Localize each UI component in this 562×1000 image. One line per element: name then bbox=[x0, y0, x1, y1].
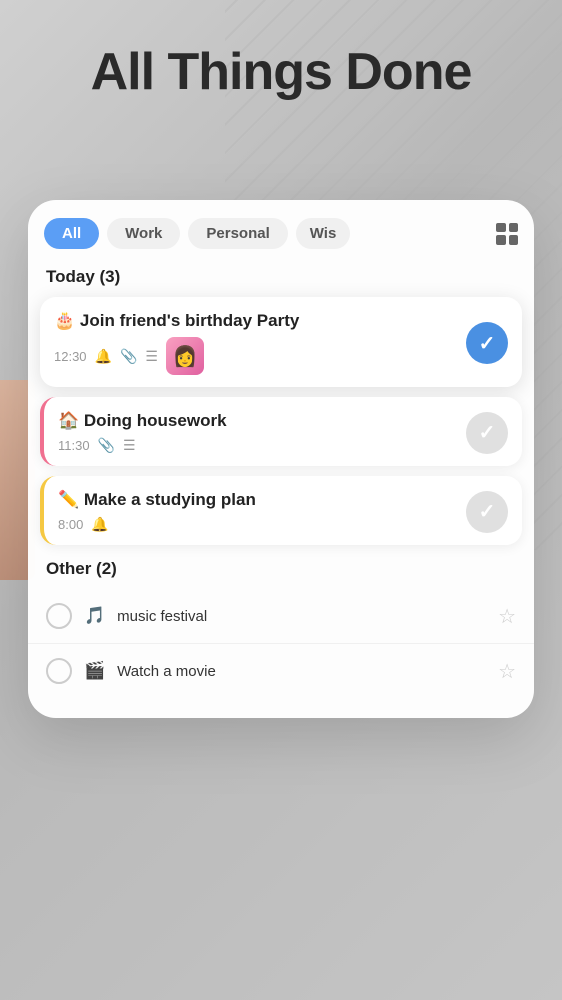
grid-dot bbox=[509, 223, 519, 233]
task-title: 🎂 Join friend's birthday Party bbox=[54, 311, 456, 331]
task-item: ✏️ Make a studying plan 8:00 🔔 ✓ bbox=[40, 476, 522, 545]
star-button[interactable]: ☆ bbox=[498, 604, 516, 629]
task-thumbnail: 👩 bbox=[166, 337, 204, 375]
grid-dot bbox=[496, 223, 506, 233]
star-button[interactable]: ☆ bbox=[498, 659, 516, 684]
task-meta: 8:00 🔔 bbox=[58, 516, 456, 533]
task-content: 🏠 Doing housework 11:30 📎 ☰ bbox=[58, 411, 456, 454]
check-icon: ✓ bbox=[479, 331, 496, 356]
filter-row: All Work Personal Wis bbox=[28, 200, 534, 263]
today-section-header: Today (3) bbox=[28, 263, 534, 297]
circle-checkbox[interactable] bbox=[46, 603, 72, 629]
task-time: 12:30 bbox=[54, 349, 87, 364]
task-item: 🎂 Join friend's birthday Party 12:30 🔔 📎… bbox=[40, 297, 522, 387]
task-content: 🎂 Join friend's birthday Party 12:30 🔔 📎… bbox=[54, 311, 456, 375]
bell-icon: 🔔 bbox=[95, 348, 112, 365]
task-emoji: 🎂 bbox=[54, 311, 75, 330]
task-title: ✏️ Make a studying plan bbox=[58, 490, 456, 510]
list-icon: ☰ bbox=[145, 348, 158, 365]
grid-dot bbox=[496, 235, 506, 245]
bell-icon: 🔔 bbox=[91, 516, 108, 533]
attachment-icon: 📎 bbox=[98, 437, 115, 454]
task-item: 🏠 Doing housework 11:30 📎 ☰ ✓ bbox=[40, 397, 522, 466]
complete-button[interactable]: ✓ bbox=[466, 322, 508, 364]
filter-wis[interactable]: Wis bbox=[296, 218, 351, 249]
filter-work[interactable]: Work bbox=[107, 218, 180, 249]
task-emoji: 🏠 bbox=[58, 411, 79, 430]
circle-checkbox[interactable] bbox=[46, 658, 72, 684]
task-meta: 12:30 🔔 📎 ☰ 👩 bbox=[54, 337, 456, 375]
filter-all[interactable]: All bbox=[44, 218, 99, 249]
other-task-icon: 🎵 bbox=[84, 606, 105, 626]
other-task-item: 🎵 music festival ☆ bbox=[28, 589, 534, 644]
other-task-title: Watch a movie bbox=[117, 663, 486, 680]
other-task-title: music festival bbox=[117, 608, 486, 625]
task-emoji: ✏️ bbox=[58, 490, 79, 509]
task-content: ✏️ Make a studying plan 8:00 🔔 bbox=[58, 490, 456, 533]
grid-icon bbox=[496, 223, 518, 245]
grid-view-button[interactable] bbox=[496, 223, 518, 245]
main-card: All Work Personal Wis Today (3) 🎂 Join f… bbox=[28, 200, 534, 718]
complete-button[interactable]: ✓ bbox=[466, 412, 508, 454]
app-title: All Things Done bbox=[0, 44, 562, 101]
complete-button[interactable]: ✓ bbox=[466, 491, 508, 533]
list-icon: ☰ bbox=[123, 437, 136, 454]
attachment-icon: 📎 bbox=[120, 348, 137, 365]
task-time: 8:00 bbox=[58, 517, 83, 532]
check-icon: ✓ bbox=[479, 420, 496, 445]
other-task-icon: 🎬 bbox=[84, 661, 105, 681]
other-section: Other (2) 🎵 music festival ☆ 🎬 Watch a m… bbox=[28, 555, 534, 698]
task-title: 🏠 Doing housework bbox=[58, 411, 456, 431]
other-task-item: 🎬 Watch a movie ☆ bbox=[28, 644, 534, 698]
other-section-header: Other (2) bbox=[28, 555, 534, 589]
grid-dot bbox=[509, 235, 519, 245]
check-icon: ✓ bbox=[479, 499, 496, 524]
filter-personal[interactable]: Personal bbox=[188, 218, 287, 249]
task-time: 11:30 bbox=[58, 438, 90, 453]
task-meta: 11:30 📎 ☰ bbox=[58, 437, 456, 454]
